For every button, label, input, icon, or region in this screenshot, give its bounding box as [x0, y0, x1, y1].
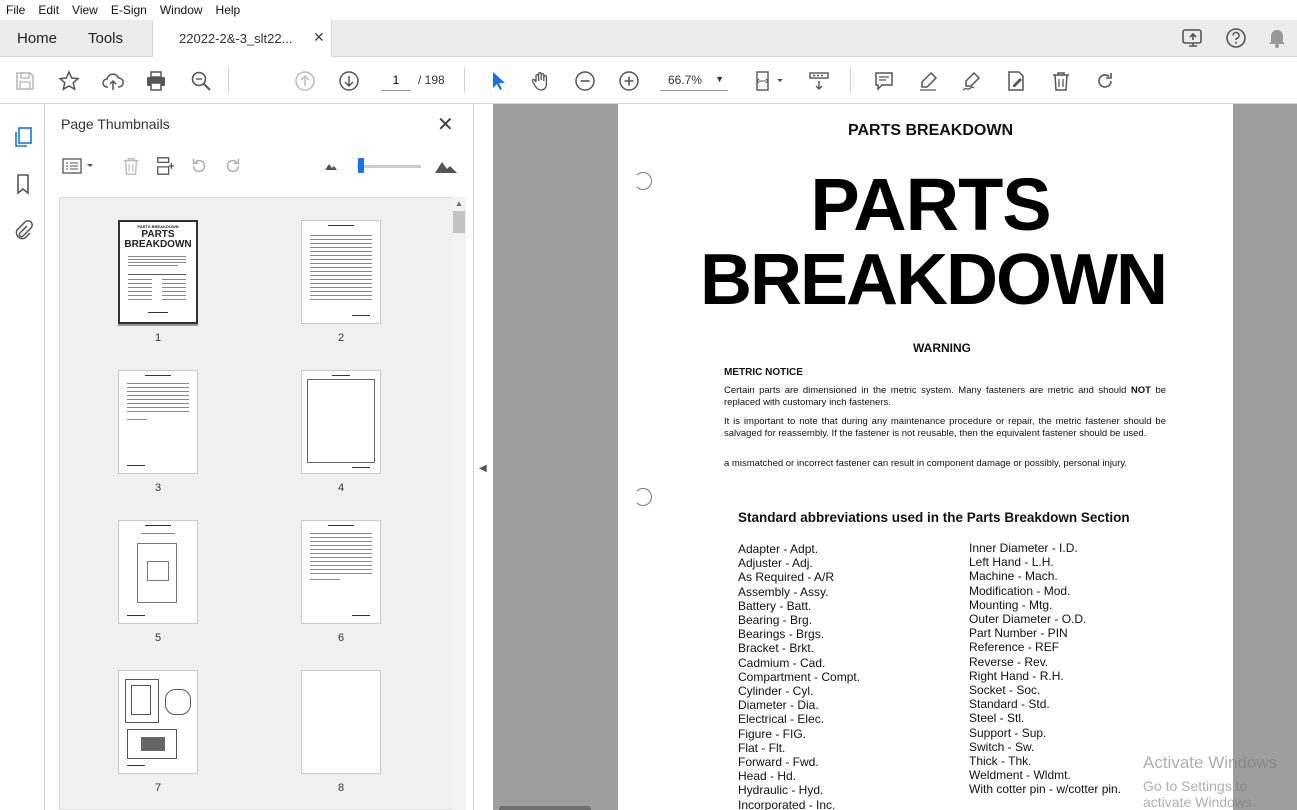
draw-signature-icon[interactable] [959, 68, 985, 94]
rotate-left-icon[interactable] [187, 154, 211, 178]
notification-bell-icon[interactable] [1267, 27, 1287, 54]
metric-paragraph-1: Certain parts are dimensioned in the met… [724, 385, 1167, 408]
left-rail [0, 104, 45, 810]
hand-tool-icon[interactable] [528, 68, 554, 94]
thumbnail-image [118, 670, 198, 774]
warning-heading: WARNING [913, 341, 971, 355]
small-thumbnail-mountain-icon [319, 154, 343, 178]
page-thumbnails-panel: Page Thumbnails ✕ PARTS BREAKDOWN PARTS … [45, 104, 474, 810]
bookmarks-icon[interactable] [10, 171, 36, 197]
menu-file[interactable]: File [0, 3, 32, 17]
metric-notice-heading: METRIC NOTICE [724, 367, 803, 378]
previous-page-icon[interactable] [292, 68, 318, 94]
pdf-page: PARTS BREAKDOWN PARTS BREAKDOWN WARNING … [618, 104, 1233, 810]
scroll-mode-icon[interactable] [806, 68, 832, 94]
select-cursor-icon[interactable] [485, 68, 511, 94]
punch-hole [634, 488, 652, 506]
horizontal-scrollbar-thumb[interactable] [499, 806, 591, 810]
activate-windows-subtext: Go to Settings to activate Windows. [1143, 778, 1256, 810]
metric-paragraph-3: a mismatched or incorrect fastener can r… [724, 458, 1128, 469]
menu-bar: File Edit View E-Sign Window Help [0, 0, 1297, 20]
panel-close-icon[interactable]: ✕ [437, 112, 454, 137]
abbreviations-left-column: Adapter - Adpt. Adjuster - Adj. As Requir… [738, 542, 861, 810]
menu-view[interactable]: View [66, 3, 105, 17]
thumbnail-number: 7 [154, 782, 162, 794]
fit-page-icon[interactable] [752, 68, 788, 94]
thumbnail-size-slider-handle[interactable] [358, 158, 364, 173]
chevron-down-icon: ▼ [715, 74, 724, 84]
redo-rotate-icon[interactable] [1092, 68, 1118, 94]
thumbnail-number: 1 [154, 332, 162, 344]
zoom-level-value: 66.7% [668, 73, 703, 87]
zoom-level-select[interactable]: 66.7% ▼ [660, 69, 728, 91]
page-total: / 198 [418, 73, 445, 87]
page-number-input[interactable] [381, 69, 411, 91]
upload-cloud-icon[interactable] [100, 68, 126, 94]
bookmark-star-icon[interactable] [56, 68, 82, 94]
thumbnail-scrollbar[interactable]: ▲ [452, 197, 466, 810]
thumbnail-image: PARTS BREAKDOWN PARTS BREAKDOWN [118, 220, 198, 324]
print-icon[interactable] [143, 68, 169, 94]
zoom-out-icon[interactable] [572, 68, 598, 94]
comment-icon[interactable] [871, 68, 897, 94]
thumbnail-options-icon[interactable] [61, 154, 97, 178]
tabbar-actions [1181, 27, 1287, 54]
activate-windows-watermark: Activate Windows [1143, 753, 1278, 772]
thumbnail-toolbar [45, 150, 474, 182]
thumbnail-number: 3 [154, 482, 162, 494]
tab-home[interactable]: Home [17, 30, 57, 47]
menu-esign[interactable]: E-Sign [105, 3, 154, 17]
tab-document-label: 22022-2&-3_slt22... [179, 31, 293, 46]
thumbnail-image [301, 520, 381, 624]
metric-paragraph-2: It is important to note that during any … [724, 416, 1166, 439]
scrollbar-thumb[interactable] [453, 211, 465, 233]
thumbnail-list[interactable]: PARTS BREAKDOWN PARTS BREAKDOWN 1 2 3 4 … [59, 197, 454, 810]
abbreviations-heading: Standard abbreviations used in the Parts… [738, 510, 1130, 525]
page-thumbnails-icon[interactable] [10, 124, 36, 150]
tab-close-icon[interactable]: ✕ [313, 29, 325, 46]
attachments-paperclip-icon[interactable] [10, 217, 36, 243]
tab-tools[interactable]: Tools [88, 30, 123, 47]
share-screen-icon[interactable] [1181, 27, 1205, 54]
collapse-panel-arrow-icon[interactable]: ◀ [479, 463, 487, 474]
page-title-line-1: PARTS [810, 163, 1051, 246]
thumbnail-number: 5 [154, 632, 162, 644]
zoom-in-icon[interactable] [616, 68, 642, 94]
menu-window[interactable]: Window [154, 3, 210, 17]
large-thumbnail-mountain-icon [432, 154, 460, 178]
scroll-up-arrow-icon[interactable]: ▲ [455, 199, 463, 208]
thumbnail-image [301, 220, 381, 324]
thumbnail-number: 6 [337, 632, 345, 644]
thumbnail-delete-icon[interactable] [119, 154, 143, 178]
thumbnail-number: 2 [337, 332, 345, 344]
thumbnail-number: 8 [337, 782, 345, 794]
thumbnail-image [118, 370, 198, 474]
document-view[interactable]: PARTS BREAKDOWN PARTS BREAKDOWN WARNING … [493, 104, 1297, 810]
menu-edit[interactable]: Edit [32, 3, 66, 17]
thumbnail-image [301, 670, 381, 774]
main-toolbar: / 198 66.7% ▼ [0, 57, 1297, 104]
highlight-pen-icon[interactable] [915, 68, 941, 94]
page-title-line-2: BREAKDOWN [700, 240, 1168, 320]
edit-pdf-icon[interactable] [1003, 68, 1029, 94]
thumbnail-image [301, 370, 381, 474]
tab-document[interactable]: 22022-2&-3_slt22... ✕ [152, 20, 332, 57]
delete-icon[interactable] [1048, 68, 1074, 94]
page-header: PARTS BREAKDOWN [847, 122, 1014, 139]
help-icon[interactable] [1225, 27, 1247, 54]
thumbnail-image [118, 520, 198, 624]
menu-help[interactable]: Help [210, 3, 248, 17]
panel-title: Page Thumbnails [61, 116, 170, 132]
tab-bar: Home Tools 22022-2&-3_slt22... ✕ [0, 20, 1297, 57]
search-zoom-icon[interactable] [188, 68, 214, 94]
thumbnail-number: 4 [337, 482, 345, 494]
abbreviations-right-column: Inner Diameter - I.D. Left Hand - L.H. Ma… [969, 541, 1122, 797]
insert-page-icon[interactable] [153, 154, 177, 178]
next-page-icon[interactable] [336, 68, 362, 94]
thumbnail-size-slider-track[interactable] [357, 165, 421, 168]
rotate-right-icon[interactable] [221, 154, 245, 178]
save-icon[interactable] [12, 68, 38, 94]
